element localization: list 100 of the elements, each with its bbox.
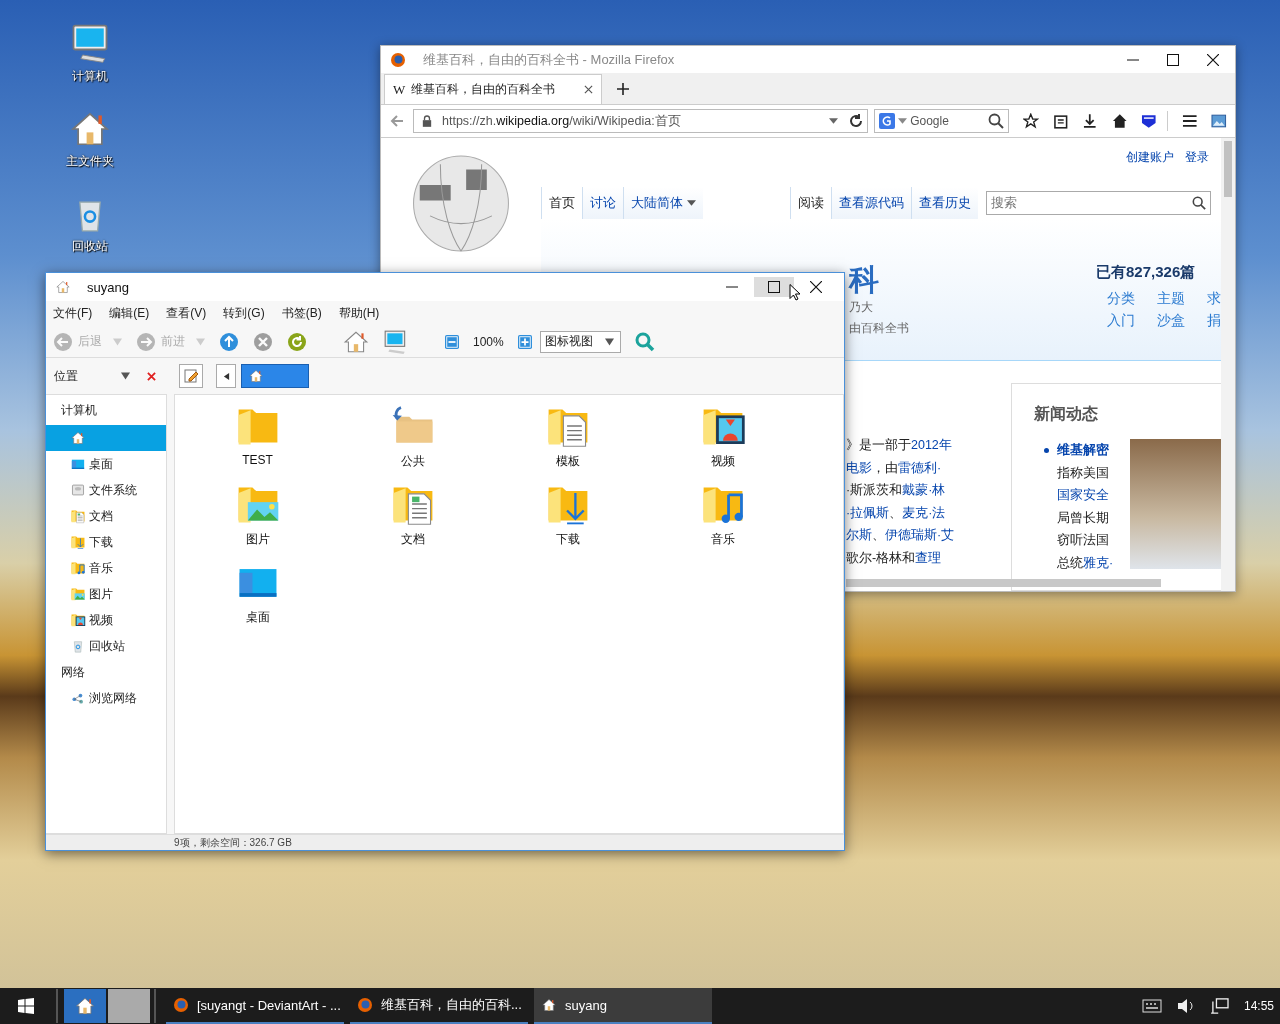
portal-link[interactable]: 求 <box>1207 290 1221 308</box>
sidebar-item[interactable]: 文档 <box>46 503 166 529</box>
sidebar-item[interactable]: 文件系统 <box>46 477 166 503</box>
close-icon[interactable] <box>1207 53 1219 66</box>
article-link[interactable]: 麦克·法 <box>902 505 946 520</box>
menu-item[interactable]: 查看(V) <box>166 305 207 322</box>
sidebar-item-label[interactable]: 文件系统 <box>89 481 137 499</box>
sidebar-item[interactable]: 音乐 <box>46 555 166 581</box>
file-label[interactable]: 文档 <box>400 531 425 548</box>
file-label[interactable]: 音乐 <box>710 531 735 548</box>
view-mode-dropdown[interactable]: 图标视图 <box>539 330 621 353</box>
search-box[interactable]: Google <box>874 109 1010 133</box>
caret-icon[interactable] <box>121 372 130 380</box>
download-icon[interactable] <box>1082 113 1098 129</box>
file-label[interactable]: 公共 <box>400 453 425 470</box>
maximize-button[interactable] <box>754 277 794 297</box>
portal-link[interactable]: 捐 <box>1207 312 1221 330</box>
tab-title[interactable]: 维基百科，自由的百科全书 <box>411 81 578 98</box>
home-icon[interactable] <box>1111 113 1128 129</box>
wiki-search-box[interactable]: 搜索 <box>986 191 1211 215</box>
article-link[interactable]: 查理 <box>915 550 942 565</box>
sidebar-item-label[interactable]: 桌面 <box>89 455 113 473</box>
close-icon[interactable] <box>584 85 593 94</box>
article-link[interactable]: 尔斯 <box>846 528 872 542</box>
zoom-in-button[interactable] <box>517 334 532 349</box>
sidebar-item-label[interactable]: 回收站 <box>89 637 125 655</box>
article-link[interactable]: 2012年 <box>911 438 952 452</box>
sidebar-item[interactable]: 浏览网络 <box>46 685 166 711</box>
sidebar-item-label[interactable]: 文档 <box>89 507 113 525</box>
shield-icon[interactable] <box>1141 113 1157 129</box>
search-engine-icon[interactable] <box>879 113 896 129</box>
home-breadcrumb[interactable] <box>241 364 309 388</box>
reload-button[interactable] <box>287 331 307 352</box>
article-link[interactable]: 伊德瑞斯·艾 <box>885 528 955 542</box>
article-link[interactable]: 雷德利· <box>898 460 942 475</box>
menu-item[interactable]: 转到(G) <box>223 305 265 322</box>
portal-link[interactable]: 沙盒 <box>1157 312 1207 330</box>
account-link[interactable]: 登录 <box>1185 148 1209 166</box>
taskbar-button-label[interactable]: [suyangt - DeviantArt - ... <box>197 997 341 1013</box>
menu-icon[interactable] <box>1181 113 1198 129</box>
article-link[interactable]: 电影 <box>846 460 872 475</box>
news-link[interactable]: 维基解密 <box>1057 443 1109 457</box>
network-icon[interactable] <box>1209 998 1230 1014</box>
taskbar-button-label[interactable]: 维基百科，自由的百科... <box>381 996 522 1014</box>
horizontal-scrollbar[interactable] <box>846 579 1161 587</box>
up-button[interactable] <box>219 331 239 352</box>
sidebar-item[interactable]: 回收站 <box>46 633 166 659</box>
file-label[interactable]: TEST <box>242 453 273 467</box>
vertical-scrollbar[interactable] <box>1221 138 1235 591</box>
article-link[interactable]: ·拉佩斯 <box>846 505 890 520</box>
search-icon[interactable] <box>988 113 1005 129</box>
search-button[interactable] <box>634 331 655 352</box>
zoom-level-text[interactable]: 100% <box>473 334 504 349</box>
star-icon[interactable] <box>1023 113 1039 129</box>
sidebar-item-label[interactable]: 浏览网络 <box>89 689 137 707</box>
menu-item[interactable]: 编辑(E) <box>109 305 150 322</box>
desktop-icon-label[interactable]: 计算机 <box>72 68 108 85</box>
sidebar-item-label[interactable]: 音乐 <box>89 559 113 577</box>
sidebar-item[interactable]: 下载 <box>46 529 166 555</box>
menu-item[interactable]: 帮助(H) <box>338 305 380 322</box>
sidebar-item-label[interactable]: 下载 <box>89 533 113 551</box>
page-tab[interactable]: 查看源代码 <box>831 187 911 219</box>
new-tab-icon[interactable] <box>617 83 629 95</box>
portal-link[interactable]: 分类 <box>1107 290 1157 308</box>
scroll-left-button[interactable] <box>216 364 236 388</box>
sidebar-item[interactable]: 桌面 <box>46 451 166 477</box>
taskbar-button-label[interactable]: suyang <box>565 997 607 1013</box>
browser-tab[interactable]: W 维基百科，自由的百科全书 <box>384 74 602 104</box>
dropdown-arrow-icon[interactable] <box>829 118 839 124</box>
search-icon[interactable] <box>1192 196 1206 210</box>
account-link[interactable]: 创建账户 <box>1126 148 1174 166</box>
address-bar[interactable]: https://zh.wikipedia.org/wiki/Wikipedia:首页 <box>413 109 869 133</box>
back-arrow-icon[interactable] <box>389 113 405 129</box>
article-link[interactable]: 戴蒙·林 <box>902 483 946 497</box>
news-link[interactable]: 雅克· <box>1083 555 1114 570</box>
page-tab[interactable]: 讨论 <box>582 187 623 219</box>
maximize-icon[interactable] <box>1167 53 1179 66</box>
file-label[interactable]: 桌面 <box>245 609 270 626</box>
taskbar-button[interactable]: suyang <box>534 988 712 1024</box>
portal-link[interactable]: 入门 <box>1107 312 1157 330</box>
edit-path-button[interactable] <box>179 364 203 388</box>
clipboard-icon[interactable] <box>1052 113 1069 129</box>
taskbar-button[interactable]: 维基百科，自由的百科... <box>350 988 528 1024</box>
quick-launch-button[interactable] <box>64 989 106 1023</box>
file-label[interactable]: 下载 <box>555 531 580 548</box>
sidebar-item[interactable]: 图片 <box>46 581 166 607</box>
image-icon[interactable] <box>1211 113 1227 129</box>
page-tab[interactable]: 查看历史 <box>911 187 978 219</box>
sidebar-item-label[interactable]: 图片 <box>89 585 113 603</box>
zoom-out-button[interactable] <box>445 334 459 349</box>
file-label[interactable]: 图片 <box>245 531 270 548</box>
keyboard-icon[interactable] <box>1141 998 1162 1014</box>
menu-item[interactable]: 文件(F) <box>53 305 93 322</box>
taskbar-button[interactable]: [suyangt - DeviantArt - ... <box>166 988 344 1024</box>
news-link[interactable]: 国家安全 <box>1057 488 1109 502</box>
file-label[interactable]: 视频 <box>710 453 735 470</box>
menu-item[interactable]: 书签(B) <box>281 305 322 322</box>
page-tab[interactable]: 大陆简体 <box>623 187 703 219</box>
sidebar-item[interactable]: 视频 <box>46 607 166 633</box>
caret-icon[interactable] <box>687 200 696 206</box>
